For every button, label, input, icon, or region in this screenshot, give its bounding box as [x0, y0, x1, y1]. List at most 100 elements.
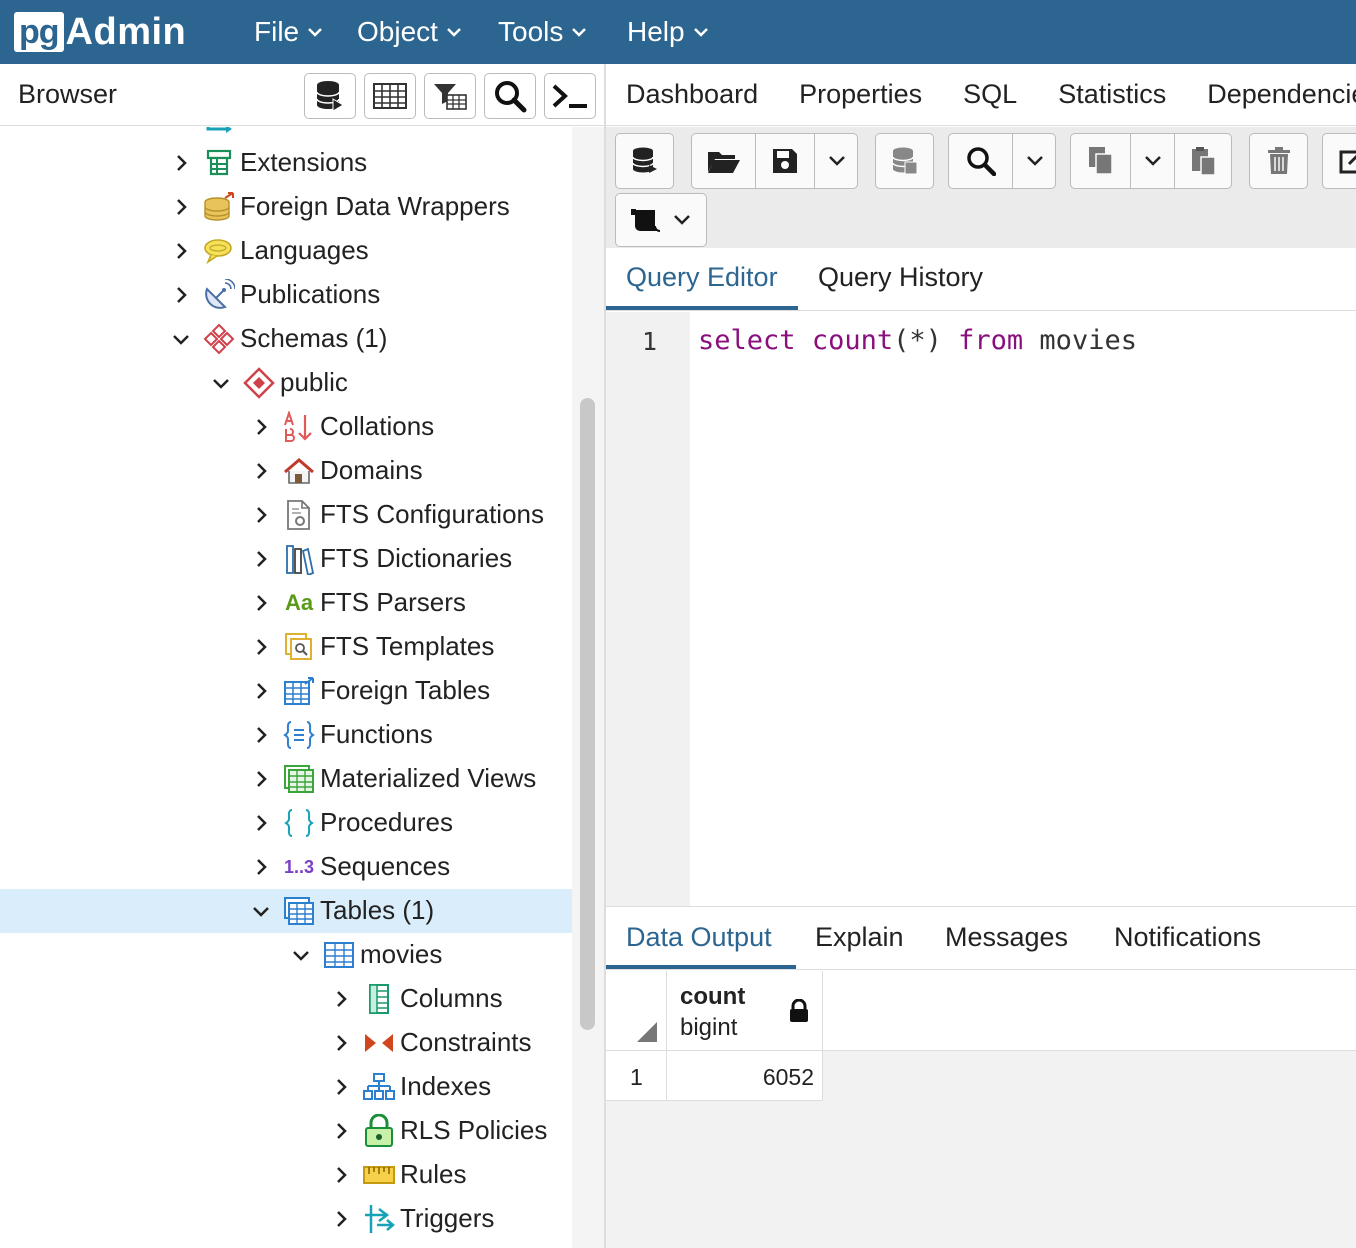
event-triggers-icon: [206, 127, 232, 133]
menu-file[interactable]: File: [254, 0, 323, 64]
grid-select-all[interactable]: [606, 971, 667, 1051]
tab-dashboard[interactable]: Dashboard: [626, 79, 758, 110]
paste-button[interactable]: [1175, 134, 1233, 188]
tab-notifications[interactable]: Notifications: [1114, 922, 1261, 953]
sql-editor[interactable]: 1 select count(*) from movies: [606, 312, 1356, 906]
chevron-right-icon[interactable]: [171, 241, 191, 261]
tree-item-fts-configurations[interactable]: FTS Configurations: [0, 493, 572, 537]
find-button[interactable]: [949, 134, 1012, 188]
tree-item-extensions[interactable]: Extensions: [0, 141, 572, 185]
query-tool-button[interactable]: [304, 73, 356, 119]
tree-item-schemas[interactable]: Schemas (1): [0, 317, 572, 361]
tree-item-indexes[interactable]: Indexes: [0, 1065, 572, 1109]
tab-properties[interactable]: Properties: [799, 79, 922, 110]
tree-item-functions[interactable]: Functions: [0, 713, 572, 757]
tab-sql[interactable]: SQL: [963, 79, 1017, 110]
find-options-dropdown[interactable]: [1013, 134, 1057, 188]
chevron-right-icon[interactable]: [331, 1209, 351, 1229]
menu-tools[interactable]: Tools: [498, 0, 587, 64]
chevron-right-icon[interactable]: [251, 769, 271, 789]
chevron-right-icon[interactable]: [251, 593, 271, 613]
filtered-rows-button[interactable]: [424, 73, 476, 119]
copy-options-dropdown[interactable]: [1131, 134, 1174, 188]
search-objects-button[interactable]: [484, 73, 536, 119]
chevron-right-icon[interactable]: [251, 857, 271, 877]
tab-data-output[interactable]: Data Output: [626, 922, 772, 953]
tree-item-label: Foreign Tables: [320, 675, 491, 705]
tree-item-fts-templates[interactable]: FTS Templates: [0, 625, 572, 669]
tab-statistics[interactable]: Statistics: [1058, 79, 1166, 110]
chevron-right-icon[interactable]: [171, 153, 191, 173]
schema-public-icon: [243, 367, 275, 399]
tree-item-columns[interactable]: Columns: [0, 977, 572, 1021]
chevron-down-icon[interactable]: [171, 329, 191, 349]
tab-explain[interactable]: Explain: [815, 922, 904, 953]
tree-item-tables[interactable]: Tables (1): [0, 889, 572, 933]
tree-item-label: public: [280, 367, 348, 397]
save-data-button[interactable]: [875, 133, 934, 189]
tree-item-sequences[interactable]: 1..3 Sequences: [0, 845, 572, 889]
chevron-right-icon[interactable]: [171, 197, 191, 217]
top-menu-bar: pg Admin File Object Tools Help: [0, 0, 1356, 64]
chevron-right-icon[interactable]: [331, 1165, 351, 1185]
chevron-right-icon[interactable]: [251, 637, 271, 657]
open-file-button[interactable]: [692, 134, 755, 188]
connection-button[interactable]: [615, 133, 674, 189]
tab-query-editor[interactable]: Query Editor: [626, 262, 778, 293]
table-cell-count[interactable]: 6052: [667, 1051, 823, 1101]
chevron-right-icon[interactable]: [251, 813, 271, 833]
tree-item-foreign-data-wrappers[interactable]: Foreign Data Wrappers: [0, 185, 572, 229]
chevron-right-icon[interactable]: [251, 681, 271, 701]
sql-code-line[interactable]: select count(*) from movies: [698, 325, 1137, 356]
tree-item-public[interactable]: public: [0, 361, 572, 405]
tree-item-domains[interactable]: Domains: [0, 449, 572, 493]
chevron-down-icon[interactable]: [291, 945, 311, 965]
tree-item-rls-policies[interactable]: RLS Policies: [0, 1109, 572, 1153]
tree-item-foreign-tables[interactable]: Foreign Tables: [0, 669, 572, 713]
chevron-right-icon[interactable]: [251, 461, 271, 481]
view-data-button[interactable]: [364, 73, 416, 119]
chevron-right-icon[interactable]: [331, 1121, 351, 1141]
copy-button[interactable]: [1071, 134, 1130, 188]
tree-item-fts-dictionaries[interactable]: FTS Dictionaries: [0, 537, 572, 581]
domains-icon: [283, 456, 315, 486]
editor-tab-bar: Query Editor Query History: [606, 248, 1356, 311]
tree-item-triggers[interactable]: Triggers: [0, 1197, 572, 1241]
chevron-right-icon[interactable]: [251, 725, 271, 745]
chevron-right-icon[interactable]: [251, 505, 271, 525]
chevron-down-icon[interactable]: [251, 901, 271, 921]
tree-item-materialized-views[interactable]: Materialized Views: [0, 757, 572, 801]
tab-dependencies[interactable]: Dependencies: [1207, 79, 1356, 110]
chevron-right-icon[interactable]: [331, 1033, 351, 1053]
menu-object[interactable]: Object: [357, 0, 462, 64]
save-file-button[interactable]: [756, 134, 814, 188]
tree-item-procedures[interactable]: Procedures: [0, 801, 572, 845]
grid-header-filler: [823, 971, 1356, 1051]
menu-help[interactable]: Help: [627, 0, 709, 64]
tab-messages[interactable]: Messages: [945, 922, 1068, 953]
tree-item-rules[interactable]: Rules: [0, 1153, 572, 1197]
chevron-down-icon[interactable]: [211, 373, 231, 393]
chevron-right-icon[interactable]: [251, 549, 271, 569]
sequences-icon: 1..3: [283, 856, 315, 877]
save-options-dropdown[interactable]: [815, 134, 859, 188]
chevron-right-icon[interactable]: [251, 417, 271, 437]
chevron-right-icon[interactable]: [331, 1077, 351, 1097]
tree-item-constraints[interactable]: Constraints: [0, 1021, 572, 1065]
tab-query-history[interactable]: Query History: [818, 262, 983, 293]
row-number[interactable]: 1: [606, 1051, 667, 1101]
macros-button[interactable]: [615, 193, 707, 247]
tree-item-languages[interactable]: Languages: [0, 229, 572, 273]
tree-item-collations[interactable]: Collations: [0, 405, 572, 449]
tree-item-fts-parsers[interactable]: Aa FTS Parsers: [0, 581, 572, 625]
tree-item-publications[interactable]: Publications: [0, 273, 572, 317]
chevron-right-icon[interactable]: [171, 285, 191, 305]
edit-button[interactable]: [1322, 133, 1356, 189]
chevron-right-icon[interactable]: [331, 989, 351, 1009]
column-header-count[interactable]: count bigint: [667, 971, 823, 1051]
tree-item-movies[interactable]: movies: [0, 933, 572, 977]
delete-rows-button[interactable]: [1249, 133, 1308, 189]
tree-scrollbar-thumb[interactable]: [580, 398, 595, 1030]
psql-tool-button[interactable]: [544, 73, 596, 119]
